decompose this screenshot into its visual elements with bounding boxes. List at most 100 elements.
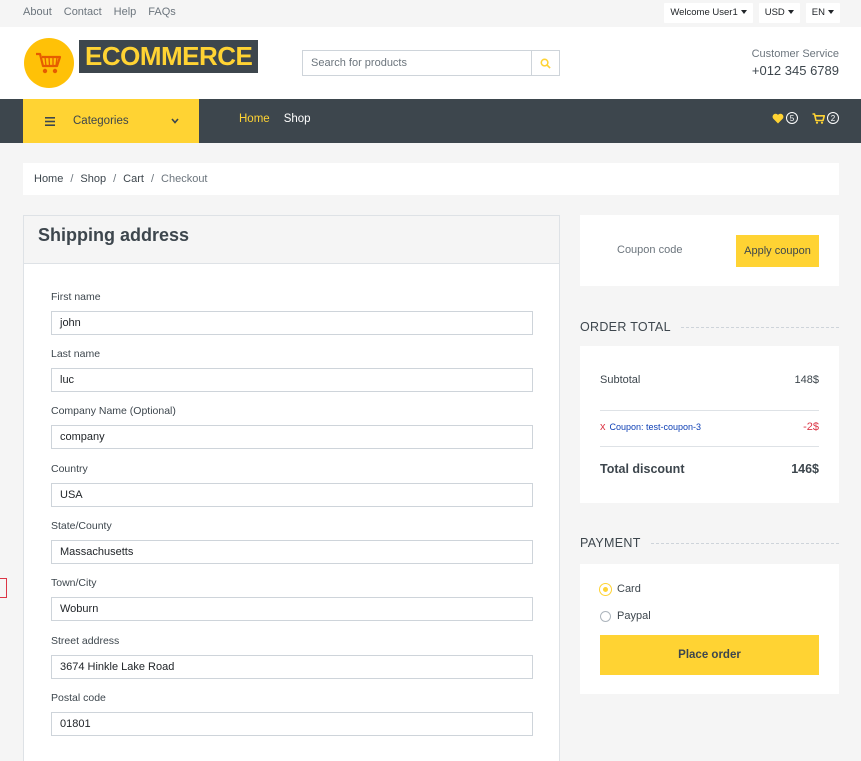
- faqs-link[interactable]: FAQs: [148, 6, 176, 18]
- coupon-code-input[interactable]: Coupon code: [617, 244, 682, 256]
- search-input[interactable]: [302, 50, 532, 76]
- nav-icons: 5 2: [772, 112, 839, 124]
- top-bar: About Contact Help FAQs Welcome User1 US…: [0, 0, 861, 27]
- language-dropdown[interactable]: EN: [805, 3, 840, 23]
- first-name-field: First name john: [51, 291, 533, 335]
- breadcrumb: Home / Shop / Cart / Checkout: [23, 163, 839, 195]
- company-field: Company Name (Optional) company: [51, 405, 533, 449]
- nav-home-link[interactable]: Home: [239, 113, 270, 125]
- payment-heading: PAYMENT: [580, 536, 839, 550]
- breadcrumb-shop[interactable]: Shop: [80, 173, 106, 185]
- apply-coupon-button[interactable]: Apply coupon: [736, 235, 819, 267]
- coupon-box: Coupon code Apply coupon: [580, 215, 839, 286]
- caret-down-icon: [740, 10, 747, 14]
- company-label: Company Name (Optional): [51, 405, 176, 417]
- city-field: Town/City Woburn: [51, 577, 533, 621]
- last-name-label: Last name: [51, 348, 101, 360]
- street-input[interactable]: 3674 Hinkle Lake Road: [51, 655, 533, 679]
- shipping-card-header: Shipping address: [24, 216, 559, 264]
- search-button[interactable]: [532, 50, 560, 76]
- cart-button[interactable]: 2: [812, 112, 839, 124]
- language-label: EN: [811, 7, 825, 18]
- order-total-box: Subtotal 148$ x Coupon: test-coupon-3 -2…: [580, 346, 839, 503]
- help-link[interactable]: Help: [114, 6, 137, 18]
- payment-paypal-label: Paypal: [617, 610, 651, 622]
- country-input[interactable]: USA: [51, 483, 533, 507]
- place-order-button[interactable]: Place order: [600, 635, 819, 675]
- nav-links: Home Shop: [239, 113, 311, 125]
- wishlist-count-badge: 5: [786, 112, 798, 124]
- about-link[interactable]: About: [23, 6, 52, 18]
- search-icon: [540, 58, 551, 69]
- company-input[interactable]: company: [51, 425, 533, 449]
- currency-label: USD: [764, 7, 785, 18]
- shipping-address-card: Shipping address First name john Last na…: [23, 215, 560, 761]
- postal-code-input[interactable]: 01801: [51, 712, 533, 736]
- street-label: Street address: [51, 635, 120, 647]
- customer-service-phone: +012 345 6789: [751, 63, 839, 78]
- first-name-input[interactable]: john: [51, 311, 533, 335]
- customer-service: Customer Service +012 345 6789: [752, 48, 839, 78]
- country-field: Country USA: [51, 463, 533, 507]
- breadcrumb-home[interactable]: Home: [34, 173, 63, 185]
- subtotal-row: Subtotal 148$: [600, 374, 819, 386]
- remove-coupon-button[interactable]: x: [600, 421, 606, 433]
- total-row: Total discount 146$: [600, 462, 819, 476]
- heart-icon: [772, 113, 784, 123]
- coupon-applied: x Coupon: test-coupon-3: [600, 421, 701, 433]
- coupon-discount-value: -2$: [803, 421, 819, 433]
- payment-option-card[interactable]: Card: [600, 583, 641, 595]
- radio-selected-icon[interactable]: [600, 583, 611, 595]
- search-bar: [302, 50, 560, 76]
- top-dropdowns: Welcome User1 USD EN: [664, 3, 840, 23]
- coupon-label: Coupon: test-coupon-3: [609, 422, 702, 432]
- breadcrumb-separator: /: [70, 173, 74, 185]
- user-dropdown[interactable]: Welcome User1: [664, 3, 753, 23]
- currency-dropdown[interactable]: USD: [758, 3, 800, 23]
- categories-label: Categories: [73, 115, 129, 127]
- divider: [680, 326, 839, 328]
- payment-title: PAYMENT: [580, 536, 641, 550]
- contact-link[interactable]: Contact: [64, 6, 102, 18]
- total-discount-value: 146$: [791, 462, 819, 476]
- nav-shop-link[interactable]: Shop: [284, 113, 311, 125]
- shipping-title: Shipping address: [38, 225, 190, 245]
- divider: [600, 410, 819, 411]
- customer-service-label: Customer Service: [751, 48, 839, 60]
- main-navbar: Categories Home Shop 5 2: [0, 99, 861, 143]
- shopping-cart-icon: [812, 112, 825, 124]
- last-name-input[interactable]: luc: [51, 368, 533, 392]
- breadcrumb-separator: /: [113, 173, 117, 185]
- city-label: Town/City: [51, 577, 97, 589]
- breadcrumb-cart[interactable]: Cart: [123, 173, 144, 185]
- user-dropdown-label: Welcome User1: [670, 7, 738, 18]
- payment-box: Card Paypal Place order: [580, 564, 839, 694]
- site-header: ECOMMERCE Customer Service +012 345 6789: [0, 27, 861, 99]
- divider: [600, 446, 819, 447]
- logo-text: ECOMMERCE: [85, 41, 253, 71]
- caret-down-icon: [787, 10, 794, 14]
- wishlist-button[interactable]: 5: [772, 112, 798, 124]
- total-discount-label: Total discount: [600, 462, 685, 476]
- city-input[interactable]: Woburn: [51, 597, 533, 621]
- state-input[interactable]: Massachusetts: [51, 540, 533, 564]
- breadcrumb-separator: /: [150, 173, 155, 185]
- order-total-title: ORDER TOTAL: [580, 320, 671, 334]
- coupon-row: x Coupon: test-coupon-3 -2$: [600, 421, 819, 433]
- payment-card-label: Card: [617, 583, 641, 595]
- breadcrumb-checkout: Checkout: [161, 173, 208, 185]
- categories-dropdown[interactable]: Categories: [23, 99, 199, 143]
- logo-wordmark[interactable]: ECOMMERCE: [79, 40, 259, 73]
- subtotal-value: 148$: [794, 374, 819, 386]
- state-label: State/County: [51, 520, 112, 532]
- chevron-down-icon: [171, 118, 179, 124]
- last-name-field: Last name luc: [51, 348, 533, 392]
- logo-cart-icon[interactable]: [24, 38, 74, 88]
- menu-icon: [45, 116, 55, 126]
- subtotal-label: Subtotal: [600, 374, 641, 386]
- cart-count-badge: 2: [827, 112, 839, 124]
- radio-unselected-icon[interactable]: [600, 610, 611, 622]
- payment-option-paypal[interactable]: Paypal: [600, 610, 651, 622]
- divider: [650, 542, 839, 544]
- postal-code-label: Postal code: [51, 692, 106, 704]
